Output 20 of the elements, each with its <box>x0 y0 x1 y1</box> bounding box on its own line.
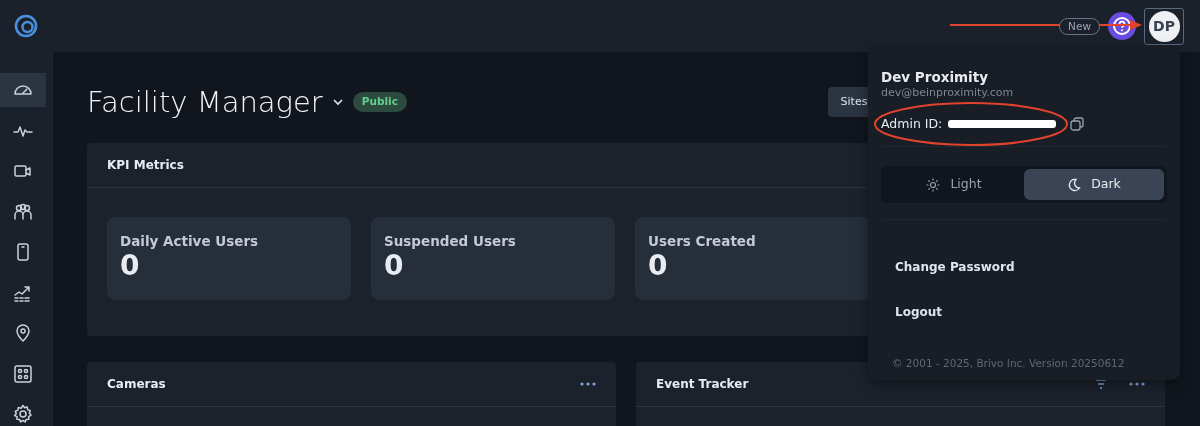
user-email: dev@beinproximity.com <box>881 86 1015 100</box>
card-title: Event Tracker <box>656 376 749 393</box>
metric-value: 0 <box>120 251 141 283</box>
copyright-footer: © 2001 - 2025, Brivo Inc. Version 20250612 <box>892 356 1167 372</box>
metric-label: Users Created <box>648 232 757 251</box>
metric-label: Daily Active Users <box>120 232 260 251</box>
theme-option[interactable]: Dark <box>1024 169 1164 200</box>
card-title: KPI Metrics <box>107 157 184 174</box>
new-badge: New <box>1059 17 1100 35</box>
theme-option[interactable]: Light <box>884 169 1024 200</box>
menu-link[interactable]: Change Password <box>895 258 1167 276</box>
menu-link[interactable]: Logout <box>895 303 1167 321</box>
metric-value: 0 <box>648 251 669 283</box>
admin-id-label: Admin ID: <box>881 114 943 133</box>
user-name: Dev Proximity <box>881 69 989 86</box>
card-title: Cameras <box>107 376 166 393</box>
metric-value: 0 <box>384 251 405 283</box>
metric-label: Suspended Users <box>384 232 517 251</box>
page-title: Facility Manager <box>87 84 323 121</box>
visibility-badge: Public <box>352 92 407 112</box>
